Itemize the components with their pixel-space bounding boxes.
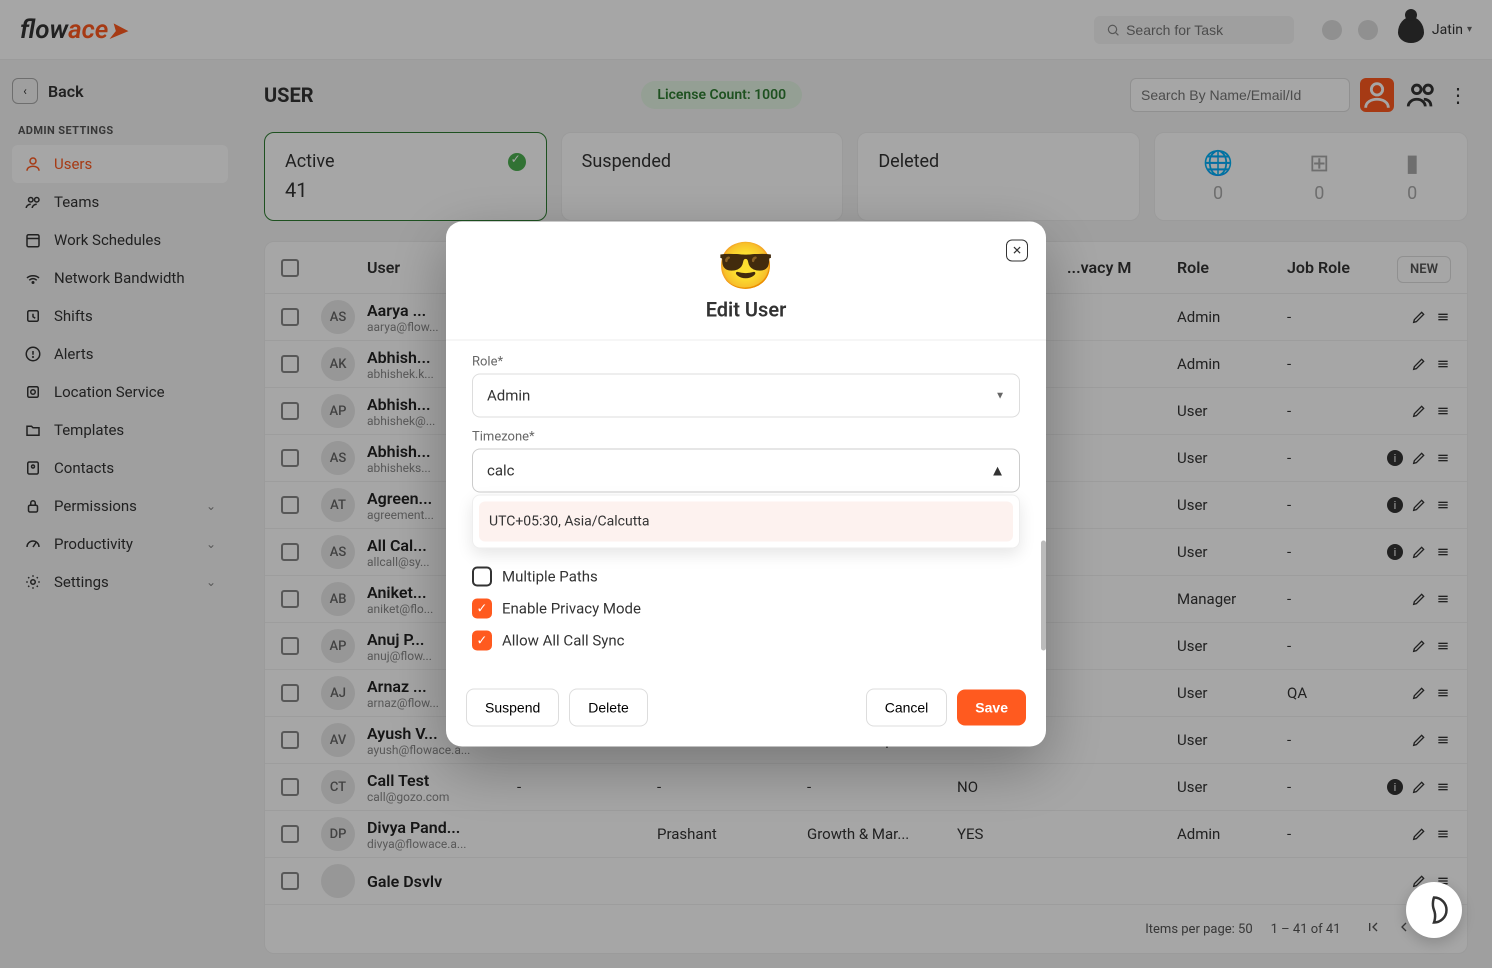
suspend-button[interactable]: Suspend — [466, 689, 559, 727]
sunglasses-emoji-icon: 😎 — [446, 244, 1046, 290]
save-button[interactable]: Save — [957, 690, 1026, 726]
modal-title: Edit User — [446, 298, 1046, 322]
checkbox-row[interactable]: Multiple Paths — [472, 567, 1020, 587]
checkbox[interactable] — [472, 599, 492, 619]
edit-user-modal: ✕ 😎 Edit User Role* Admin ▼ Timezone* ca… — [446, 222, 1046, 747]
cancel-button[interactable]: Cancel — [866, 689, 948, 727]
role-select[interactable]: Admin ▼ — [472, 374, 1020, 418]
timezone-option[interactable]: UTC+05:30, Asia/Calcutta — [479, 502, 1013, 542]
support-fab[interactable] — [1406, 882, 1462, 938]
checkbox[interactable] — [472, 567, 492, 587]
checkbox-row[interactable]: Enable Privacy Mode — [472, 599, 1020, 619]
chevron-down-icon: ▼ — [995, 390, 1005, 401]
checkbox[interactable] — [472, 631, 492, 651]
close-button[interactable]: ✕ — [1006, 240, 1028, 262]
timezone-label: Timezone* — [472, 430, 1020, 445]
chevron-up-icon: ▲ — [990, 462, 1005, 480]
timezone-dropdown: UTC+05:30, Asia/Calcutta — [472, 495, 1020, 549]
timezone-input[interactable]: calc ▲ — [472, 449, 1020, 493]
checkbox-row[interactable]: Allow All Call Sync — [472, 631, 1020, 651]
role-label: Role* — [472, 355, 1020, 370]
scrollbar[interactable] — [1041, 541, 1046, 651]
delete-button[interactable]: Delete — [569, 689, 647, 727]
